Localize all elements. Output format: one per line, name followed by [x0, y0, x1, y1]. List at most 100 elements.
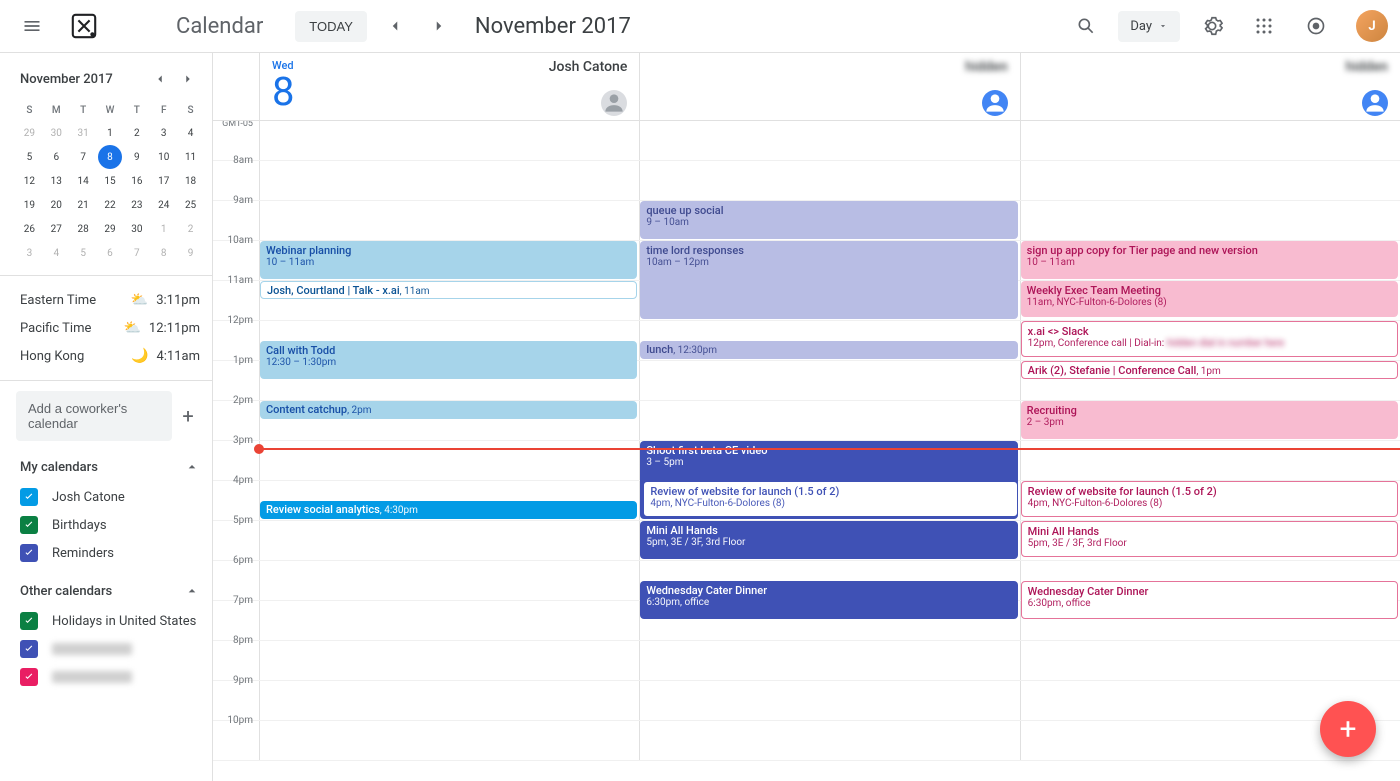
calendar-item[interactable]: Birthdays — [16, 511, 204, 539]
mini-cal-day[interactable]: 6 — [44, 145, 68, 169]
calendar-event[interactable]: Webinar planning10 – 11am — [260, 241, 637, 279]
create-event-fab[interactable]: + — [1320, 701, 1376, 757]
mini-cal-day[interactable]: 7 — [71, 145, 95, 169]
calendar-event[interactable]: Review of website for launch (1.5 of 2)4… — [1021, 481, 1398, 517]
my-calendars-toggle[interactable]: My calendars — [16, 451, 204, 483]
mini-cal-day[interactable]: 21 — [71, 193, 95, 217]
calendar-item[interactable] — [16, 663, 204, 691]
calendar-event[interactable]: Wednesday Cater Dinner6:30pm, office — [1021, 581, 1398, 619]
calendar-checkbox[interactable] — [20, 516, 38, 534]
mini-cal-day[interactable]: 20 — [44, 193, 68, 217]
mini-cal-day[interactable]: 9 — [125, 145, 149, 169]
mini-cal-day[interactable]: 5 — [71, 241, 95, 265]
mini-cal-day[interactable]: 22 — [98, 193, 122, 217]
mini-cal-day[interactable]: 19 — [17, 193, 41, 217]
mini-cal-day[interactable]: 9 — [179, 241, 203, 265]
calendar-checkbox[interactable] — [20, 612, 38, 630]
mini-cal-day[interactable]: 27 — [44, 217, 68, 241]
mini-cal-day[interactable]: 17 — [152, 169, 176, 193]
calendar-event[interactable]: Josh, Courtland | Talk - x.ai, 11am — [260, 281, 637, 299]
mini-cal-day[interactable]: 1 — [152, 217, 176, 241]
calendar-event[interactable]: time lord responses10am – 12pm — [640, 241, 1017, 319]
divider — [0, 380, 212, 381]
notifications-icon[interactable] — [1296, 6, 1336, 46]
mini-cal-day[interactable]: 14 — [71, 169, 95, 193]
calendar-item[interactable] — [16, 635, 204, 663]
mini-cal-prev[interactable] — [148, 67, 172, 91]
calendar-item[interactable]: Reminders — [16, 539, 204, 567]
mini-cal-day[interactable]: 11 — [179, 145, 203, 169]
mini-cal-day[interactable]: 7 — [125, 241, 149, 265]
mini-cal-day[interactable]: 2 — [125, 121, 149, 145]
apps-icon[interactable] — [1244, 6, 1284, 46]
person-avatar[interactable] — [982, 90, 1008, 116]
event-column[interactable]: Webinar planning10 – 11am Josh, Courtland… — [259, 121, 639, 781]
mini-cal-day[interactable]: 10 — [152, 145, 176, 169]
add-coworker-button[interactable]: + — [172, 400, 204, 432]
calendar-grid[interactable]: GMT-05 8am9am10am11am12pm1pm2pm3pm4pm5pm… — [213, 121, 1400, 781]
mini-cal-day[interactable]: 16 — [125, 169, 149, 193]
event-column[interactable]: sign up app copy for Tier page and new v… — [1020, 121, 1400, 781]
view-selector[interactable]: Day — [1118, 11, 1180, 42]
calendar-event[interactable]: Mini All Hands5pm, 3E / 3F, 3rd Floor — [1021, 521, 1398, 557]
other-calendars-toggle[interactable]: Other calendars — [16, 575, 204, 607]
calendar-event[interactable]: Arik (2), Stefanie | Conference Call, 1p… — [1021, 361, 1398, 379]
account-avatar[interactable]: J — [1356, 10, 1388, 42]
calendar-event[interactable]: Call with Todd12:30 – 1:30pm — [260, 341, 637, 379]
mini-cal-day[interactable]: 25 — [179, 193, 203, 217]
search-icon[interactable] — [1066, 6, 1106, 46]
calendar-event[interactable]: x.ai <> Slack12pm, Conference call | Dia… — [1021, 321, 1398, 357]
calendar-event[interactable]: Content catchup, 2pm — [260, 401, 637, 419]
calendar-checkbox[interactable] — [20, 544, 38, 562]
mini-cal-next[interactable] — [176, 67, 200, 91]
menu-icon[interactable] — [12, 6, 52, 46]
calendar-checkbox[interactable] — [20, 640, 38, 658]
mini-cal-day[interactable]: 4 — [44, 241, 68, 265]
calendar-event[interactable]: lunch, 12:30pm — [640, 341, 1017, 359]
calendar-label: Reminders — [52, 546, 114, 561]
calendar-event[interactable]: sign up app copy for Tier page and new v… — [1021, 241, 1398, 279]
mini-cal-day[interactable]: 8 — [152, 241, 176, 265]
calendar-checkbox[interactable] — [20, 488, 38, 506]
mini-cal-day[interactable]: 26 — [17, 217, 41, 241]
mini-cal-day[interactable]: 18 — [179, 169, 203, 193]
calendar-item[interactable]: Holidays in United States — [16, 607, 204, 635]
calendar-event[interactable]: Mini All Hands5pm, 3E / 3F, 3rd Floor — [640, 521, 1017, 559]
event-time: 4pm, NYC-Fulton-6-Dolores (8) — [650, 498, 1010, 509]
calendar-event[interactable]: Recruiting2 – 3pm — [1021, 401, 1398, 439]
mini-cal-day[interactable]: 4 — [179, 121, 203, 145]
next-day-button[interactable] — [423, 10, 455, 42]
mini-cal-day[interactable]: 5 — [17, 145, 41, 169]
mini-cal-day[interactable]: 8 — [98, 145, 122, 169]
add-coworker-input[interactable]: Add a coworker's calendar — [16, 391, 172, 441]
event-column[interactable]: queue up social9 – 10amtime lord respons… — [639, 121, 1019, 781]
mini-cal-day[interactable]: 3 — [152, 121, 176, 145]
calendar-checkbox[interactable] — [20, 668, 38, 686]
calendar-event[interactable]: Review of website for launch (1.5 of 2)4… — [643, 481, 1017, 517]
today-button[interactable]: TODAY — [295, 11, 367, 42]
person-avatar[interactable] — [601, 90, 627, 116]
mini-cal-day[interactable]: 1 — [98, 121, 122, 145]
mini-cal-day[interactable]: 30 — [44, 121, 68, 145]
mini-cal-day[interactable]: 6 — [98, 241, 122, 265]
mini-cal-day[interactable]: 29 — [17, 121, 41, 145]
calendar-item[interactable]: Josh Catone — [16, 483, 204, 511]
prev-day-button[interactable] — [379, 10, 411, 42]
mini-cal-day[interactable]: 23 — [125, 193, 149, 217]
calendar-event[interactable]: Review social analytics, 4:30pm — [260, 501, 637, 519]
calendar-event[interactable]: Wednesday Cater Dinner6:30pm, office — [640, 581, 1017, 619]
mini-cal-day[interactable]: 15 — [98, 169, 122, 193]
mini-cal-day[interactable]: 30 — [125, 217, 149, 241]
mini-cal-day[interactable]: 28 — [71, 217, 95, 241]
mini-cal-day[interactable]: 24 — [152, 193, 176, 217]
mini-cal-day[interactable]: 29 — [98, 217, 122, 241]
calendar-event[interactable]: Weekly Exec Team Meeting11am, NYC-Fulton… — [1021, 281, 1398, 317]
calendar-event[interactable]: queue up social9 – 10am — [640, 201, 1017, 239]
mini-cal-day[interactable]: 3 — [17, 241, 41, 265]
mini-cal-day[interactable]: 13 — [44, 169, 68, 193]
person-avatar[interactable] — [1362, 90, 1388, 116]
mini-cal-day[interactable]: 2 — [179, 217, 203, 241]
settings-icon[interactable] — [1192, 6, 1232, 46]
mini-cal-day[interactable]: 31 — [71, 121, 95, 145]
mini-cal-day[interactable]: 12 — [17, 169, 41, 193]
